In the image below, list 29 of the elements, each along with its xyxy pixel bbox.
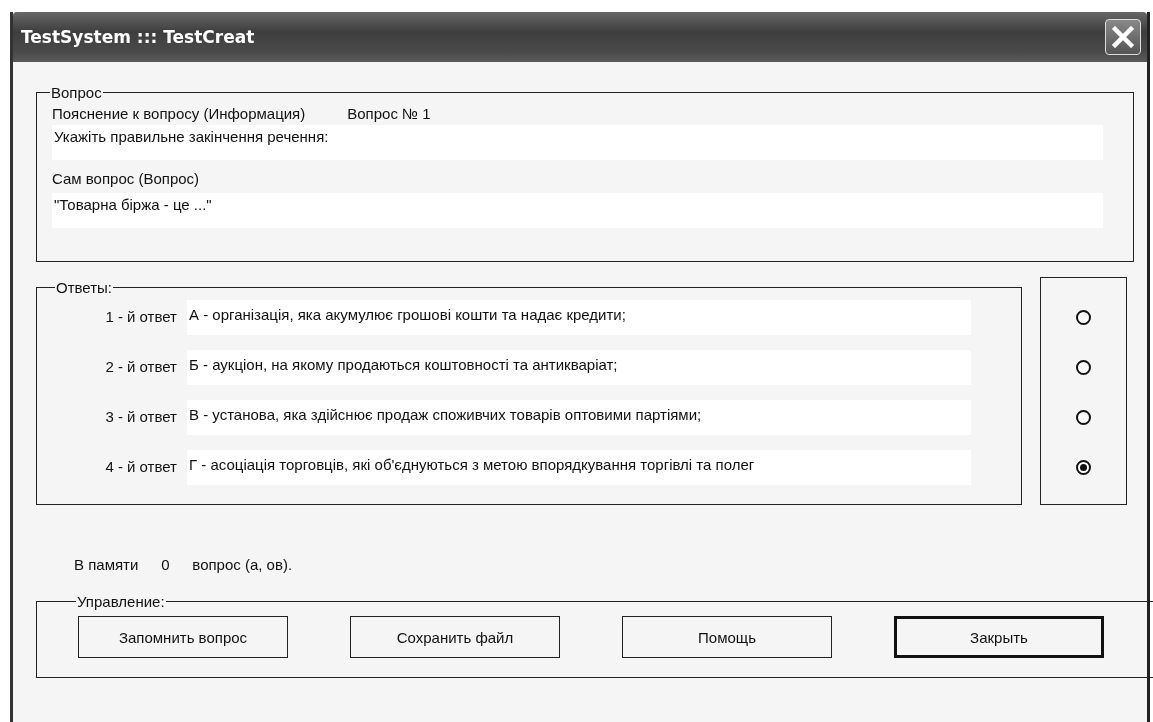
question-number: Вопрос № 1 [347,104,431,122]
question-label: Сам вопрос (Вопрос) [52,170,201,187]
answer-field[interactable]: В - установа, яка здійснює продаж споживчих товарів оптовими партіями; [187,400,971,435]
answer-field[interactable]: Г - асоціація торговців, які об'єднуються з метою впорядкування торгівлі та полег [187,450,971,485]
action-button[interactable]: Запомнить вопрос [78,616,288,658]
action-button[interactable]: Закрыть [894,616,1104,658]
answer-label: 3 - й ответ [104,407,177,425]
radio-button[interactable] [1076,460,1091,475]
group-legend: Управление: [76,593,166,610]
action-button[interactable]: Помощь [622,616,832,658]
group-legend: Ответы: [55,279,113,296]
answer-field[interactable]: А - організація, яка акумулює грошові кошти та надає кредити; [187,300,971,335]
answer-field[interactable]: Б - аукціон, на якому продаються коштовності та антикваріат; [187,350,971,385]
close-button[interactable] [1105,19,1141,55]
info-field[interactable]: Укажіть правильне закінчення речення: [52,125,1103,160]
answer-label: 4 - й ответ [104,457,177,475]
info-label: Пояснение к вопросу (Информация) [52,104,306,122]
memory-count: 0 [160,555,171,573]
radio-button[interactable] [1076,410,1091,425]
memory-label: В памяти [74,555,139,573]
question-field[interactable]: "Товарна біржа - це ..." [52,193,1103,228]
window-title: TestSystem ::: TestCreat [21,27,255,47]
answer-label: 1 - й ответ [104,307,177,325]
group-legend: Вопрос [50,84,103,101]
memory-suffix: вопрос (а, ов). [192,555,293,573]
answer-label: 2 - й ответ [104,357,177,375]
action-button[interactable]: Сохранить файл [350,616,560,658]
radio-button[interactable] [1076,360,1091,375]
radio-button[interactable] [1076,310,1091,325]
